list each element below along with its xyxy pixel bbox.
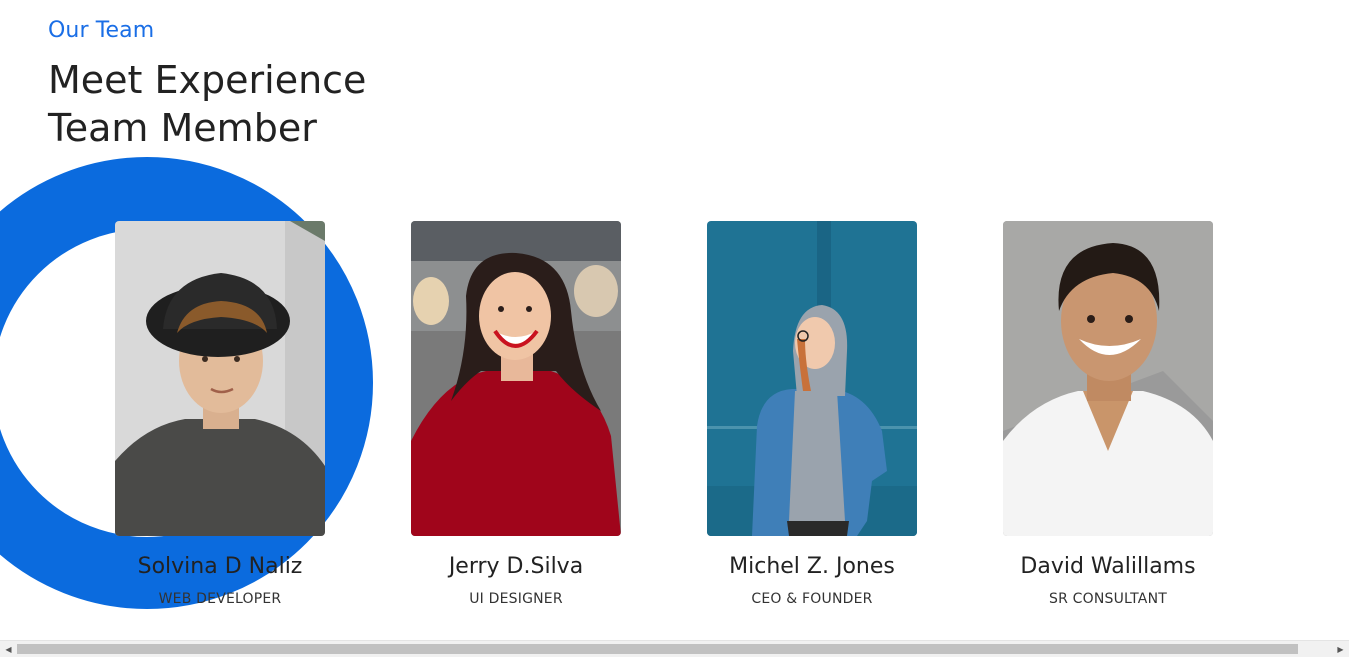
member-photo <box>707 221 917 536</box>
team-member-card[interactable]: David Walillams SR CONSULTANT <box>1003 221 1213 607</box>
team-section: Our Team Meet Experience Team Member Sol… <box>0 0 1349 657</box>
section-heading: Meet Experience Team Member <box>48 56 388 152</box>
member-photo-image <box>707 221 917 536</box>
member-photo <box>115 221 325 536</box>
scrollbar-thumb[interactable] <box>17 644 1298 654</box>
member-name: David Walillams <box>1020 554 1196 579</box>
member-name: Jerry D.Silva <box>448 554 584 579</box>
section-eyebrow: Our Team <box>48 18 155 43</box>
triangle-left-icon[interactable]: ◀ <box>0 641 17 657</box>
heading-line-2: Team Member <box>48 106 317 150</box>
team-member-card[interactable]: Solvina D Naliz WEB DEVELOPER <box>115 221 325 607</box>
member-photo <box>1003 221 1213 536</box>
member-photo <box>411 221 621 536</box>
team-member-card[interactable]: Jerry D.Silva UI DESIGNER <box>411 221 621 607</box>
member-name: Solvina D Naliz <box>137 554 303 579</box>
triangle-right-icon[interactable]: ▶ <box>1332 641 1349 657</box>
member-role: UI DESIGNER <box>469 591 563 607</box>
member-name: Michel Z. Jones <box>729 554 895 579</box>
member-photo-image <box>411 221 621 536</box>
heading-line-1: Meet Experience <box>48 58 367 102</box>
team-member-card[interactable]: Michel Z. Jones CEO & FOUNDER <box>707 221 917 607</box>
member-role: WEB DEVELOPER <box>158 591 282 607</box>
member-role: CEO & FOUNDER <box>751 591 873 607</box>
member-role: SR CONSULTANT <box>1048 591 1167 607</box>
member-photo-image <box>1003 221 1213 536</box>
horizontal-scrollbar[interactable]: ◀ ▶ <box>0 640 1349 657</box>
member-photo-image <box>115 221 325 536</box>
